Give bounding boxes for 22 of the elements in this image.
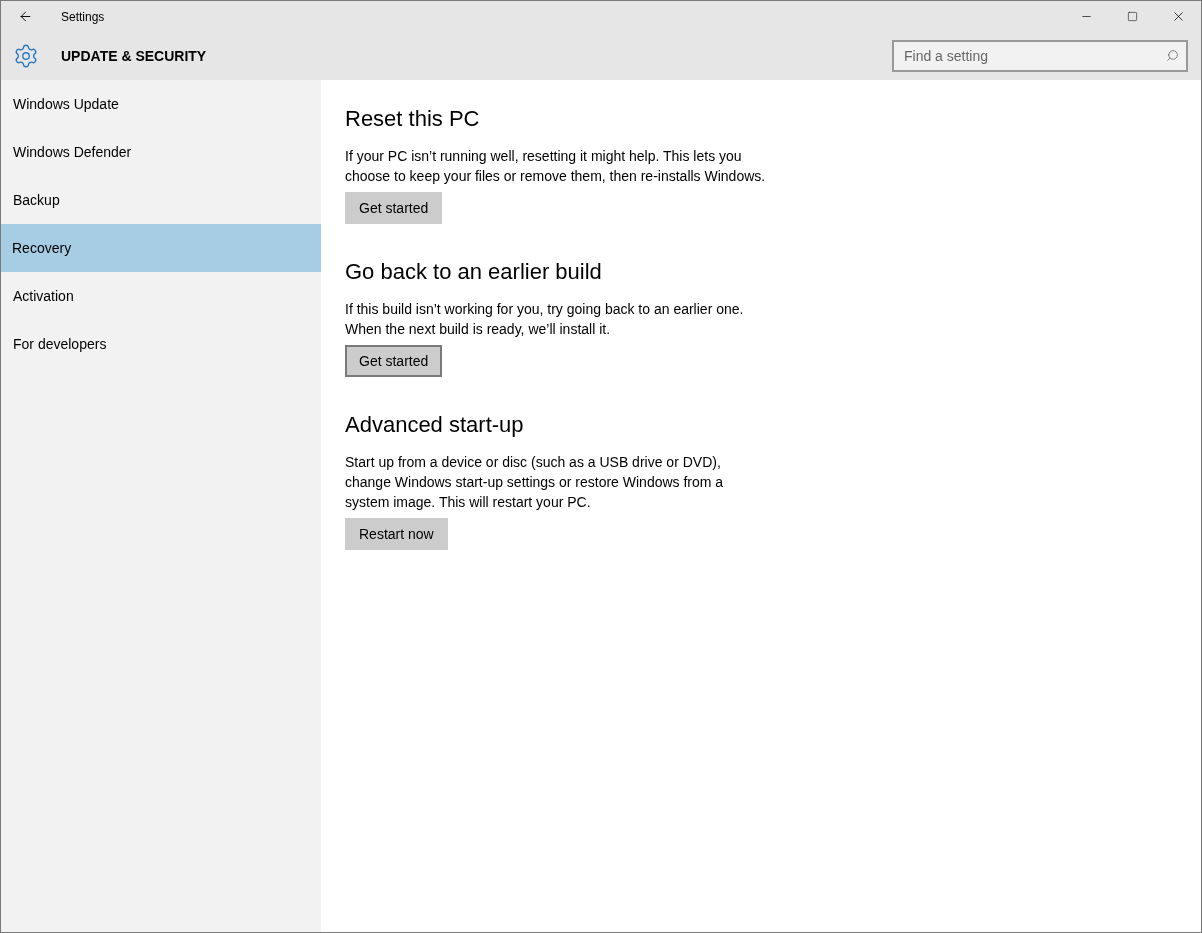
back-arrow-icon (17, 9, 33, 24)
page-title: UPDATE & SECURITY (61, 46, 207, 66)
section-heading: Advanced start-up (345, 411, 525, 439)
section-description: If this build isn’t working for you, try going back to an earlier one. When the next build is ready, we’ll install it. (345, 300, 745, 339)
section-description: Start up from a device or disc (such as a USB drive or DVD), change Windows start-up settings or restore Windows from a system image. This will restart your PC. (345, 453, 725, 512)
sidebar-item[interactable]: Activation (1, 272, 321, 320)
search-icon (1166, 49, 1179, 62)
section-heading: Reset this PC (345, 105, 481, 133)
window-title: Settings (61, 8, 105, 26)
search-field[interactable]: Find a setting (892, 40, 1188, 72)
maximize-icon (1126, 11, 1138, 22)
settings-icon (13, 43, 39, 69)
sidebar-item[interactable]: Backup (1, 176, 321, 224)
sidebar-item[interactable]: For developers (1, 320, 321, 368)
section-description: If your PC isn’t running well, resetting it might help. This lets you choose to keep your files or remove them, then re-installs Windows. (345, 147, 767, 186)
sidebar-item[interactable]: Windows Update (1, 80, 321, 128)
sidebar-item[interactable]: Windows Defender (1, 128, 321, 176)
action-button[interactable]: Restart now (345, 518, 448, 550)
action-button[interactable]: Get started (345, 345, 443, 377)
section-heading: Go back to an earlier build (345, 258, 603, 286)
sidebar-item[interactable]: Recovery (1, 224, 321, 272)
action-button[interactable]: Get started (345, 192, 443, 224)
